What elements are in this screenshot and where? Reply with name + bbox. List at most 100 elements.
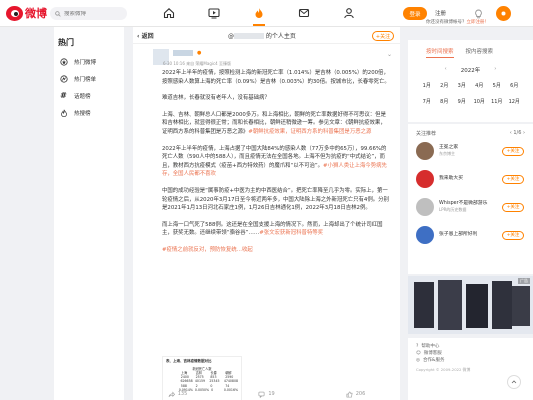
month-cell[interactable]: 10月	[471, 98, 489, 105]
service-icon: ☺	[416, 351, 421, 356]
recommendation-item[interactable]: 我来助大买 +关注	[408, 165, 533, 193]
author-name[interactable]	[173, 50, 193, 56]
chevron-right-icon[interactable]: ›	[494, 66, 496, 74]
rec-name[interactable]: 我来助大买	[439, 176, 494, 182]
month-cell[interactable]: 6月	[506, 82, 524, 89]
title-suffix: 的个人主页	[265, 32, 296, 40]
like-count: 206	[355, 391, 366, 397]
thumbs-up-icon	[346, 391, 353, 397]
month-cell[interactable]: 9月	[453, 98, 471, 105]
search-box[interactable]	[50, 7, 127, 20]
follow-button[interactable]: +关注	[502, 230, 524, 240]
ad-label: 广告	[518, 278, 530, 284]
year-label: 2022年	[460, 68, 481, 74]
weibo-logo[interactable]: 微博	[6, 5, 47, 21]
month-grid: 1月 2月 3月 4月 5月 6月 7月 8月 9月 10月 11月 12月	[408, 74, 533, 105]
weibo-eye-icon	[6, 5, 23, 21]
register-link[interactable]: 注册	[435, 9, 446, 17]
month-cell[interactable]: 11月	[488, 98, 506, 105]
logo-text: 微博	[25, 7, 47, 20]
rec-desc: 东京博主	[439, 151, 455, 156]
share-button[interactable]: 135	[133, 388, 222, 400]
register-hint: 你还没有微博帐号？立即注册！	[426, 20, 490, 25]
recommendation-item[interactable]: Whisper不是微部游乐 LPR的历史数据 +关注	[408, 193, 533, 221]
video-icon[interactable]	[205, 4, 223, 22]
back-label: 返回	[141, 32, 154, 40]
month-cell[interactable]: 5月	[488, 82, 506, 89]
comment-icon	[258, 391, 265, 398]
paragraph: 而上海一口气死了588例。这还是在全国支援上海的情况下。然而，上海却出了个统计司…	[162, 221, 383, 237]
register-now-link[interactable]: 立即注册！	[467, 20, 490, 25]
table-title: 表、上海、吉林疫情数据对比	[166, 359, 212, 363]
recs-pager[interactable]: ‹ 1/6 ›	[510, 130, 525, 137]
hashtag-link[interactable]: #张文宏获新冠科普特等奖	[259, 230, 323, 236]
back-to-top-button[interactable]	[507, 375, 521, 389]
chevron-down-icon[interactable]: ⌄	[387, 51, 392, 58]
ad-image	[408, 276, 533, 334]
follow-button[interactable]: +关注	[502, 174, 524, 184]
sidebar-item-hot-search[interactable]: 热搜榜	[54, 104, 124, 121]
month-cell[interactable]: 4月	[471, 82, 489, 89]
avatar[interactable]	[416, 198, 434, 216]
home-icon[interactable]	[160, 4, 178, 22]
recommendation-item[interactable]: 张子恩上部所好利 +关注	[408, 221, 533, 249]
blurred-username	[234, 33, 264, 39]
paragraph: 2022年上半年的疫情，按照检测上海的新冠死亡率（1.014%）是吉林（0.00…	[162, 70, 390, 85]
page-title: @ 的个人主页	[228, 31, 296, 40]
recommendation-item[interactable]: 王冕之家 东京博主 +关注	[408, 137, 533, 165]
post-content: 2022年上半年的疫情，按照检测上海的新冠死亡率（1.014%）是吉林（0.00…	[162, 69, 390, 263]
hot-post-icon	[59, 57, 68, 66]
sidebar-item-label: 热门榜单	[74, 76, 97, 83]
search-input[interactable]	[64, 10, 124, 17]
copyright: Copyright © 2009-2022 微博	[416, 367, 471, 372]
rec-name[interactable]: 张子恩上部所好利	[439, 232, 494, 238]
post-meta: 6-30 10:16 来自 荣耀Magic4 至臻版	[163, 61, 231, 66]
sidebar-item-hot-posts[interactable]: 热门微博	[54, 53, 124, 70]
sidebar-item-topics[interactable]: # 话题榜	[54, 87, 124, 104]
profile-icon[interactable]	[340, 4, 358, 22]
paragraph: 难道吉林，长春就没有老年人，没有基础病？	[162, 95, 270, 102]
follow-button[interactable]: +关注	[502, 146, 524, 156]
share-count: 135	[177, 391, 188, 397]
paragraph: 2022年上半年的疫情，上海占据了中国大陆84%的感染人数（77万多中的65万）…	[162, 145, 387, 178]
month-cell[interactable]: 7月	[418, 98, 436, 105]
cooperation-link[interactable]: ◎ 合作&服务	[416, 357, 525, 364]
login-button[interactable]: 登录	[403, 7, 427, 20]
share-icon	[168, 390, 175, 397]
avatar[interactable]	[416, 226, 434, 244]
follow-button[interactable]: +关注	[502, 202, 524, 212]
ad-banner[interactable]: 广告	[408, 276, 533, 334]
recs-title: 关注推荐	[416, 131, 437, 137]
theme-sun-icon[interactable]	[496, 6, 511, 21]
post-actions: 135 19 206	[133, 388, 400, 400]
avatar[interactable]	[416, 142, 434, 160]
month-cell[interactable]: 3月	[453, 82, 471, 89]
customer-service-link[interactable]: ☺ 微博客服	[416, 350, 525, 357]
follow-button[interactable]: +关注	[372, 31, 394, 41]
comment-button[interactable]: 19	[222, 388, 311, 400]
hashtag-link[interactable]: #朝鲜抗疫效果，证明西方系的科普集团是万恶之源	[248, 129, 371, 135]
tab-search-by-time[interactable]: 按时间搜索	[426, 47, 454, 58]
chevron-up-icon	[511, 380, 517, 384]
month-cell[interactable]: 1月	[418, 82, 436, 89]
month-cell[interactable]: 2月	[436, 82, 454, 89]
paragraph: 中国的成功经验是“属事防疫+中医为主的中西医结合”。把死亡率降至几乎为零。实际上…	[162, 187, 389, 212]
tab-search-by-content[interactable]: 按内容搜索	[466, 47, 494, 58]
month-cell[interactable]: 12月	[506, 98, 524, 105]
paragraph: #疫情之前就反对，预防恢复统…收起	[162, 246, 390, 255]
message-icon[interactable]	[295, 4, 313, 22]
help-center-link[interactable]: ? 帮助中心	[416, 343, 525, 350]
rec-desc: LPR的历史数据	[439, 207, 467, 212]
like-button[interactable]: 206	[311, 388, 400, 400]
ranking-icon	[59, 74, 68, 83]
search-rank-icon	[59, 108, 68, 117]
month-cell[interactable]: 8月	[436, 98, 454, 105]
sidebar-title: 热门	[58, 38, 74, 47]
sidebar-item-ranking[interactable]: 热门榜单	[54, 70, 124, 87]
main-nav	[160, 4, 358, 26]
collapse-link[interactable]: #疫情之前就反对，预防恢复统…收起	[162, 247, 253, 253]
hot-icon[interactable]	[250, 4, 268, 26]
back-button[interactable]: ‹ 返回	[137, 31, 154, 40]
avatar[interactable]	[416, 170, 434, 188]
chevron-left-icon[interactable]: ‹	[445, 66, 447, 74]
